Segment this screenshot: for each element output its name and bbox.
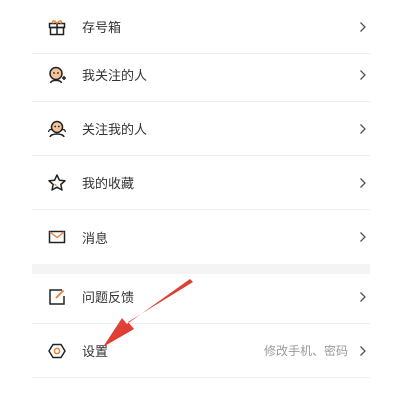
chevron-right-icon bbox=[358, 290, 368, 304]
menu-item-label: 关注我的人 bbox=[82, 123, 148, 138]
edit-icon bbox=[46, 286, 68, 308]
menu-item-following[interactable]: 我关注的人 bbox=[32, 48, 370, 102]
chevron-right-icon bbox=[358, 20, 368, 34]
settings-icon bbox=[46, 340, 68, 362]
menu-item-label: 存号箱 bbox=[82, 21, 122, 36]
chevron-right-icon bbox=[358, 230, 368, 244]
gift-icon bbox=[46, 16, 68, 38]
menu-item-label: 设置 bbox=[82, 345, 109, 360]
star-icon bbox=[46, 172, 68, 194]
mail-icon bbox=[46, 226, 68, 248]
chevron-right-icon bbox=[358, 344, 368, 358]
chevron-right-icon bbox=[358, 68, 368, 82]
settings-hint: 修改手机、密码 bbox=[263, 344, 348, 358]
menu-item-favorites[interactable]: 我的收藏 bbox=[32, 156, 370, 210]
menu-item-followers[interactable]: 关注我的人 bbox=[32, 102, 370, 156]
menu-item-label: 我的收藏 bbox=[82, 177, 135, 192]
user-plus-icon bbox=[46, 64, 68, 86]
chevron-right-icon bbox=[358, 176, 368, 190]
menu-item-settings[interactable]: 设置 修改手机、密码 bbox=[32, 324, 370, 378]
user-group-icon bbox=[46, 118, 68, 140]
menu-item-messages[interactable]: 消息 bbox=[32, 210, 370, 264]
chevron-right-icon bbox=[358, 122, 368, 136]
menu-item-feedback[interactable]: 问题反馈 bbox=[32, 270, 370, 324]
menu-item-label: 消息 bbox=[82, 231, 109, 247]
menu-item-label: 我关注的人 bbox=[82, 69, 148, 84]
menu-item-storage-box[interactable]: 存号箱 bbox=[32, 0, 370, 54]
menu-item-label: 问题反馈 bbox=[82, 291, 135, 306]
